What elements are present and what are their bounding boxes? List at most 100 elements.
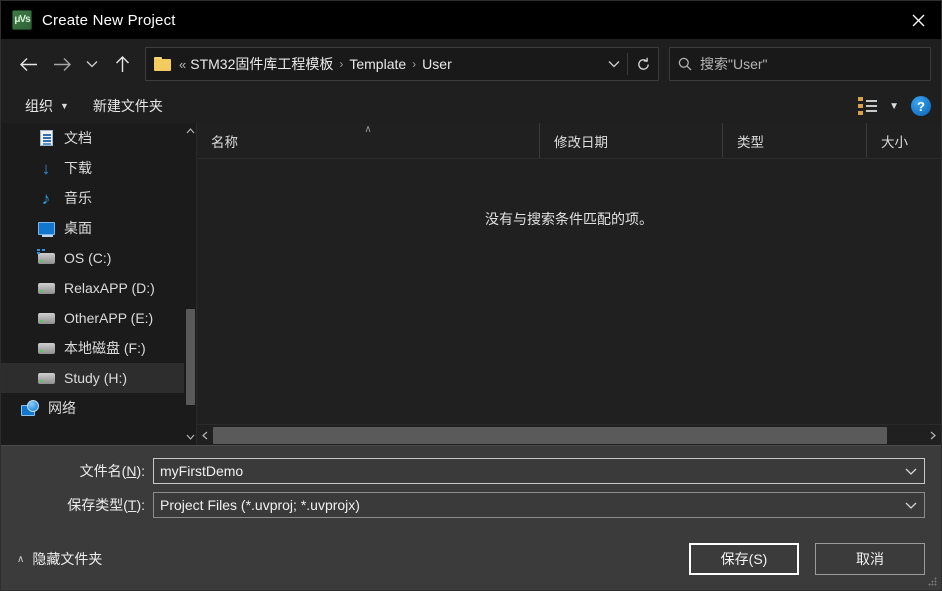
sidebar-item-otherapp-drive[interactable]: OtherAPP (E:) xyxy=(1,303,184,333)
sidebar-item-label: 本地磁盘 (F:) xyxy=(64,340,146,356)
desktop-icon xyxy=(37,220,55,237)
breadcrumb-separator: › xyxy=(412,57,417,71)
horizontal-scroll-thumb[interactable] xyxy=(213,426,887,444)
create-new-project-dialog: μVs Create New Project « STM32固件库工程模板 › … xyxy=(0,0,942,591)
sidebar-item-os-drive[interactable]: OS (C:) xyxy=(1,243,184,273)
filetype-select[interactable]: Project Files (*.uvproj; *.uvprojx) xyxy=(153,492,925,518)
navigation-bar: « STM32固件库工程模板 › Template › User 搜索"User… xyxy=(1,39,941,89)
back-icon[interactable] xyxy=(11,47,45,81)
navigation-pane-list: 文档 ↓ 下载 ♪ 音乐 桌面 OS (C:) RelaxAPP (D:) Ot… xyxy=(1,123,184,445)
breadcrumb-separator: › xyxy=(339,57,344,71)
breadcrumb-overflow[interactable]: « xyxy=(179,57,190,72)
organize-button[interactable]: 组织 ▼ xyxy=(13,92,81,120)
hide-folders-toggle[interactable]: ∧ 隐藏文件夹 xyxy=(17,549,102,569)
cancel-button[interactable]: 取消 xyxy=(815,543,925,575)
sidebar-item-label: 音乐 xyxy=(64,190,92,206)
sidebar-item-music[interactable]: ♪ 音乐 xyxy=(1,183,184,213)
drive-icon xyxy=(37,310,55,326)
save-button[interactable]: 保存(S) xyxy=(689,543,799,575)
column-header-name[interactable]: ∧ 名称 xyxy=(197,123,539,158)
sidebar-item-local-disk-f[interactable]: 本地磁盘 (F:) xyxy=(1,333,184,363)
breadcrumb-item-2[interactable]: User xyxy=(422,56,452,72)
new-folder-button[interactable]: 新建文件夹 xyxy=(81,92,175,120)
forward-icon[interactable] xyxy=(45,47,79,81)
filename-value[interactable]: myFirstDemo xyxy=(160,463,898,479)
view-options-caret-icon[interactable]: ▼ xyxy=(889,101,899,112)
sidebar-item-label: OtherAPP (E:) xyxy=(64,310,154,326)
footer-actions: ∧ 隐藏文件夹 保存(S) 取消 xyxy=(1,528,941,590)
sidebar-item-label: 文档 xyxy=(64,130,92,146)
command-bar-right: ▼ ? xyxy=(858,89,931,123)
file-list-horizontal-scrollbar[interactable] xyxy=(197,424,941,445)
hide-folders-label: 隐藏文件夹 xyxy=(32,551,103,567)
column-header-type[interactable]: 类型 xyxy=(722,123,866,158)
column-headers: ∧ 名称 修改日期 类型 大小 xyxy=(197,123,941,159)
sidebar-item-study-drive[interactable]: Study (H:) xyxy=(1,363,184,393)
sidebar-item-label: OS (C:) xyxy=(64,250,112,266)
filetype-label: 保存类型(T): xyxy=(67,497,145,513)
filename-row: 文件名(N): myFirstDemo xyxy=(1,458,925,484)
sidebar-scrollbar-thumb[interactable] xyxy=(186,309,195,405)
uvision-icon: μVs xyxy=(12,10,32,30)
scroll-right-icon[interactable] xyxy=(925,425,941,446)
sidebar-item-documents[interactable]: 文档 xyxy=(1,123,184,153)
window-title: Create New Project xyxy=(42,11,176,29)
filename-input[interactable]: myFirstDemo xyxy=(153,458,925,484)
filetype-row: 保存类型(T): Project Files (*.uvproj; *.uvpr… xyxy=(1,492,925,518)
horizontal-scroll-track[interactable] xyxy=(213,425,925,446)
breadcrumb-item-0[interactable]: STM32固件库工程模板 xyxy=(190,54,333,74)
file-list-pane: ∧ 名称 修改日期 类型 大小 没有与搜索条件匹配的项。 xyxy=(197,123,941,445)
resize-grip-icon[interactable] xyxy=(928,577,938,587)
filetype-value: Project Files (*.uvproj; *.uvprojx) xyxy=(160,497,360,513)
drive-icon xyxy=(37,370,55,386)
sidebar-item-desktop[interactable]: 桌面 xyxy=(1,213,184,243)
breadcrumb-item-1[interactable]: Template xyxy=(349,56,406,72)
folder-icon xyxy=(154,57,171,71)
close-icon[interactable] xyxy=(895,1,941,39)
button-group: 保存(S) 取消 xyxy=(689,543,925,575)
chevron-down-icon: ▼ xyxy=(60,101,69,111)
help-icon[interactable]: ? xyxy=(911,96,931,116)
file-list-area[interactable]: 没有与搜索条件匹配的项。 xyxy=(197,159,941,424)
new-folder-label: 新建文件夹 xyxy=(92,98,163,114)
up-icon[interactable] xyxy=(105,47,139,81)
dialog-footer: 文件名(N): myFirstDemo 保存类型(T): Project Fil… xyxy=(1,445,941,590)
scroll-left-icon[interactable] xyxy=(197,425,213,446)
column-label: 类型 xyxy=(737,134,764,150)
column-label: 修改日期 xyxy=(554,134,608,150)
sidebar-item-label: 网络 xyxy=(48,400,76,416)
breadcrumb-dropdown-icon[interactable] xyxy=(601,48,627,80)
downloads-icon: ↓ xyxy=(41,158,51,178)
sidebar-item-downloads[interactable]: ↓ 下载 xyxy=(1,153,184,183)
sidebar-item-label: RelaxAPP (D:) xyxy=(64,280,155,296)
network-icon xyxy=(21,400,39,416)
navigation-pane: 文档 ↓ 下载 ♪ 音乐 桌面 OS (C:) RelaxAPP (D:) Ot… xyxy=(1,123,197,445)
empty-list-message: 没有与搜索条件匹配的项。 xyxy=(485,211,653,227)
breadcrumb[interactable]: « STM32固件库工程模板 › Template › User xyxy=(145,47,659,81)
recent-locations-icon[interactable] xyxy=(79,47,105,81)
sidebar-item-label: Study (H:) xyxy=(64,370,128,386)
sort-ascending-icon: ∧ xyxy=(364,124,372,135)
drive-icon xyxy=(37,340,55,356)
sidebar-item-network[interactable]: 网络 xyxy=(1,393,184,423)
music-icon: ♪ xyxy=(41,188,51,208)
search-icon xyxy=(678,57,692,71)
title-bar: μVs Create New Project xyxy=(1,1,941,39)
drive-icon xyxy=(37,280,55,296)
column-header-date-modified[interactable]: 修改日期 xyxy=(539,123,722,158)
sidebar-item-relaxapp-drive[interactable]: RelaxAPP (D:) xyxy=(1,273,184,303)
column-label: 名称 xyxy=(211,134,238,150)
refresh-icon[interactable] xyxy=(628,48,658,80)
search-box[interactable]: 搜索"User" xyxy=(669,47,931,81)
organize-label: 组织 xyxy=(25,98,53,114)
column-label: 大小 xyxy=(881,134,908,150)
chevron-down-icon[interactable] xyxy=(898,502,924,509)
os-drive-icon xyxy=(36,248,55,266)
column-header-size[interactable]: 大小 xyxy=(866,123,941,158)
chevron-down-icon[interactable] xyxy=(898,468,924,475)
sidebar-item-label: 下载 xyxy=(64,160,92,176)
dialog-body: 文档 ↓ 下载 ♪ 音乐 桌面 OS (C:) RelaxAPP (D:) Ot… xyxy=(1,123,941,445)
chevron-up-icon: ∧ xyxy=(17,553,25,565)
search-input[interactable]: 搜索"User" xyxy=(700,54,768,74)
view-layout-icon[interactable] xyxy=(858,97,878,115)
